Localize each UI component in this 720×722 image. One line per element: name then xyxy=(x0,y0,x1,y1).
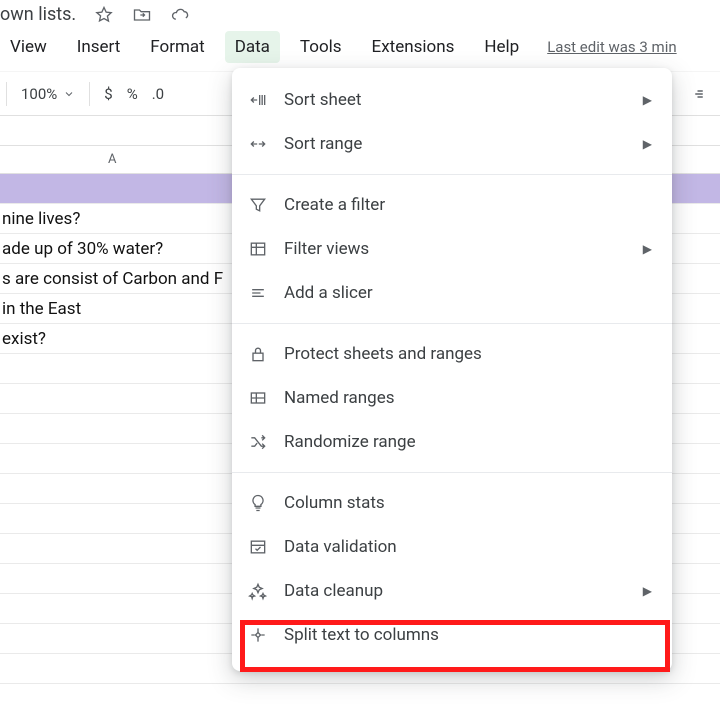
menu-tools[interactable]: Tools xyxy=(290,31,352,63)
lock-icon xyxy=(248,344,284,364)
slicer-icon xyxy=(248,283,284,303)
cell: in the East xyxy=(0,299,81,319)
data-validation-icon xyxy=(248,537,284,557)
menu-bar: View Insert Format Data Tools Extensions… xyxy=(0,31,720,72)
split-icon xyxy=(248,625,284,645)
named-ranges-icon xyxy=(248,388,284,408)
filter-views-icon xyxy=(248,239,284,259)
toolbar-separator xyxy=(89,82,90,106)
menu-item-column-stats[interactable]: Column stats xyxy=(232,481,672,525)
format-currency-button[interactable]: $ xyxy=(104,85,112,103)
star-icon[interactable] xyxy=(94,5,114,25)
menu-help[interactable]: Help xyxy=(474,31,529,63)
zoom-value: 100% xyxy=(21,85,57,103)
cloud-status-icon[interactable] xyxy=(170,5,190,25)
last-edit-link[interactable]: Last edit was 3 min xyxy=(547,38,676,56)
submenu-arrow-icon: ▶ xyxy=(643,584,652,598)
menu-item-sort-range[interactable]: Sort range ▶ xyxy=(232,122,672,166)
menu-format[interactable]: Format xyxy=(140,31,214,63)
submenu-arrow-icon: ▶ xyxy=(643,242,652,256)
chevron-down-icon xyxy=(63,88,75,100)
menu-separator xyxy=(232,174,672,175)
randomize-icon xyxy=(248,432,284,452)
menu-item-protect[interactable]: Protect sheets and ranges xyxy=(232,332,672,376)
menu-insert[interactable]: Insert xyxy=(67,31,131,63)
cell: nine lives? xyxy=(0,209,80,229)
menu-item-filter-views[interactable]: Filter views ▶ xyxy=(232,227,672,271)
data-menu: Sort sheet ▶ Sort range ▶ Create a filte… xyxy=(232,68,672,671)
menu-item-create-filter[interactable]: Create a filter xyxy=(232,183,672,227)
sort-sheet-icon xyxy=(248,90,284,110)
menu-item-sort-sheet[interactable]: Sort sheet ▶ xyxy=(232,78,672,122)
menu-extensions[interactable]: Extensions xyxy=(362,31,465,63)
sparkle-icon xyxy=(248,581,284,601)
cell: exist? xyxy=(0,329,46,349)
sort-range-icon xyxy=(248,134,284,154)
menu-item-randomize[interactable]: Randomize range xyxy=(232,420,672,464)
menu-item-add-slicer[interactable]: Add a slicer xyxy=(232,271,672,315)
funnel-icon xyxy=(248,195,284,215)
toolbar-overflow-icon[interactable] xyxy=(690,85,708,103)
format-percent-button[interactable]: % xyxy=(127,85,138,103)
move-to-folder-icon[interactable] xyxy=(132,5,152,25)
doc-title-fragment: own lists. xyxy=(0,4,76,25)
menu-separator xyxy=(232,472,672,473)
submenu-arrow-icon: ▶ xyxy=(643,137,652,151)
cell: ade up of 30% water? xyxy=(0,239,163,259)
menu-separator xyxy=(232,323,672,324)
menu-view[interactable]: View xyxy=(0,31,57,63)
menu-item-data-cleanup[interactable]: Data cleanup ▶ xyxy=(232,569,672,613)
zoom-dropdown[interactable]: 100% xyxy=(21,85,75,103)
column-header-A[interactable]: A xyxy=(108,152,116,167)
cell: s are consist of Carbon and F xyxy=(0,269,223,289)
menu-data[interactable]: Data xyxy=(225,31,280,63)
title-bar: own lists. xyxy=(0,0,720,31)
toolbar-separator xyxy=(6,82,7,106)
format-decimal-button[interactable]: .0 xyxy=(152,85,164,103)
menu-item-split-text[interactable]: Split text to columns xyxy=(232,613,672,657)
submenu-arrow-icon: ▶ xyxy=(643,93,652,107)
menu-item-data-validation[interactable]: Data validation xyxy=(232,525,672,569)
menu-item-named-ranges[interactable]: Named ranges xyxy=(232,376,672,420)
lightbulb-icon xyxy=(248,493,284,513)
